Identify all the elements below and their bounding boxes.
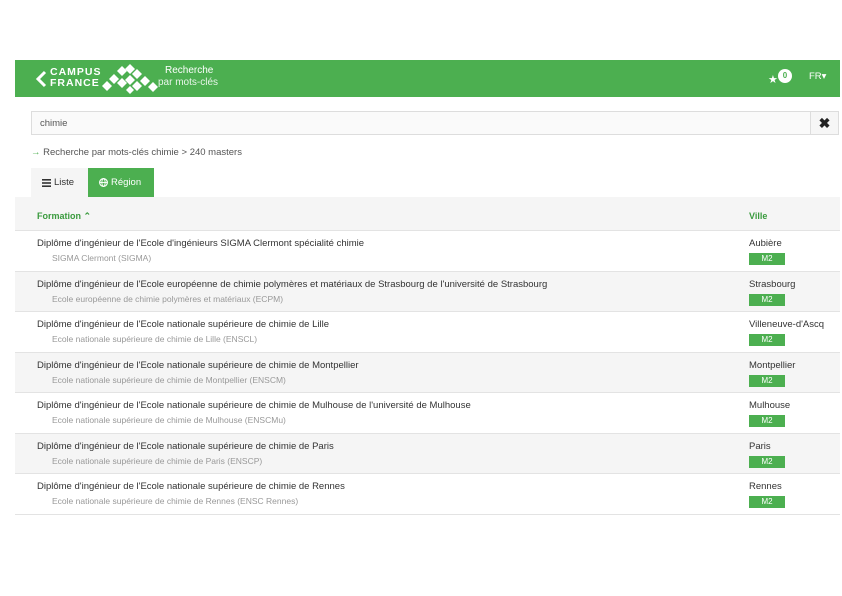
table-body: Diplôme d'ingénieur de l'Ecole d'ingénie… (15, 231, 840, 515)
level-badge: M2 (749, 455, 785, 468)
table-row[interactable]: Diplôme d'ingénieur de l'Ecole nationale… (15, 393, 840, 434)
row-title: Diplôme d'ingénieur de l'Ecole nationale… (37, 319, 329, 330)
table-row[interactable]: Diplôme d'ingénieur de l'Ecole nationale… (15, 433, 840, 474)
level-badge: M2 (749, 293, 785, 306)
breadcrumb-term: chimie (151, 147, 179, 158)
table-row[interactable]: Diplôme d'ingénieur de l'Ecole nationale… (15, 474, 840, 515)
page-title-line-1: Recherche (165, 65, 214, 76)
breadcrumb: → Recherche par mots-clés chimie > 240 m… (31, 147, 242, 158)
page-title-line-2: par mots-clés (158, 77, 219, 88)
favorites-button[interactable]: ★ 0 (766, 66, 796, 90)
row-city: Montpellier (749, 359, 796, 371)
row-school: SIGMA Clermont (SIGMA) (52, 253, 152, 263)
star-icon: ★ (768, 74, 778, 86)
language-selector[interactable]: FR▾ (809, 71, 826, 82)
search-input[interactable] (32, 112, 810, 134)
table-row[interactable]: Diplôme d'ingénieur de l'Ecole nationale… (15, 352, 840, 393)
results-table: Formation ⌃ Ville Diplôme d'ingénieur de… (15, 197, 840, 515)
favorites-count-badge: 0 (778, 69, 792, 83)
row-school: Ecole nationale supérieure de chimie de … (52, 374, 286, 385)
close-icon[interactable]: ✖ (810, 112, 838, 134)
row-city: Villeneuve-d'Ascq (749, 319, 825, 330)
row-city: Mulhouse (749, 400, 791, 411)
chevron-left-icon[interactable] (34, 69, 50, 89)
search-bar: ✖ (31, 111, 839, 135)
tab-list-label: Liste (54, 177, 75, 188)
table-row[interactable]: Diplôme d'ingénieur de l'Ecole européenn… (15, 271, 840, 312)
brand-wordmark[interactable]: CAMPUS FRANCE (50, 67, 102, 89)
caret-down-icon: ▾ (821, 71, 827, 82)
row-city: Paris (749, 440, 771, 452)
campus-france-logo (102, 64, 158, 94)
tab-region[interactable]: Région (88, 168, 154, 197)
arrow-right-icon: → (31, 147, 41, 158)
brand-line-2: FRANCE (50, 77, 100, 89)
level-badge: M2 (749, 374, 785, 387)
row-school: Ecole européenne de chimie polymères et … (52, 293, 284, 304)
row-school: Ecole nationale supérieure de chimie de … (52, 334, 258, 344)
row-city: Aubière (749, 238, 782, 249)
breadcrumb-separator: > (181, 147, 188, 158)
breadcrumb-link[interactable]: Recherche par mots-clés (43, 147, 149, 158)
row-school: Ecole nationale supérieure de chimie de … (52, 415, 286, 425)
list-icon (42, 179, 51, 187)
row-title: Diplôme d'ingénieur de l'Ecole nationale… (37, 400, 471, 411)
level-badge: M2 (749, 253, 785, 265)
row-city: Rennes (749, 481, 782, 492)
tab-list[interactable]: Liste (31, 168, 88, 197)
level-badge: M2 (749, 334, 785, 346)
tab-region-label: Région (111, 177, 142, 188)
level-badge: M2 (749, 496, 785, 508)
table-row[interactable]: Diplôme d'ingénieur de l'Ecole d'ingénie… (15, 231, 840, 272)
row-school: Ecole nationale supérieure de chimie de … (52, 455, 263, 466)
column-header-formation[interactable]: Formation ⌃ (37, 211, 91, 222)
row-city: Strasbourg (749, 278, 796, 290)
row-school: Ecole nationale supérieure de chimie de … (52, 496, 299, 506)
row-title: Diplôme d'ingénieur de l'Ecole nationale… (37, 440, 334, 452)
language-label: FR (809, 71, 822, 82)
level-badge: M2 (749, 415, 785, 427)
globe-icon (99, 178, 108, 187)
table-row[interactable]: Diplôme d'ingénieur de l'Ecole nationale… (15, 312, 840, 353)
row-title: Diplôme d'ingénieur de l'Ecole nationale… (37, 481, 345, 492)
page-title: Recherche par mots-clés (158, 65, 218, 89)
row-title: Diplôme d'ingénieur de l'Ecole nationale… (37, 359, 359, 371)
row-title: Diplôme d'ingénieur de l'Ecole d'ingénie… (37, 238, 365, 249)
row-title: Diplôme d'ingénieur de l'Ecole européenn… (37, 278, 548, 290)
results-count: 240 masters (189, 147, 242, 158)
table-header: Formation ⌃ Ville (15, 197, 840, 231)
top-bar: CAMPUS FRANCE Recherche par mots-clés ★ … (15, 60, 840, 97)
column-header-ville[interactable]: Ville (749, 211, 767, 221)
